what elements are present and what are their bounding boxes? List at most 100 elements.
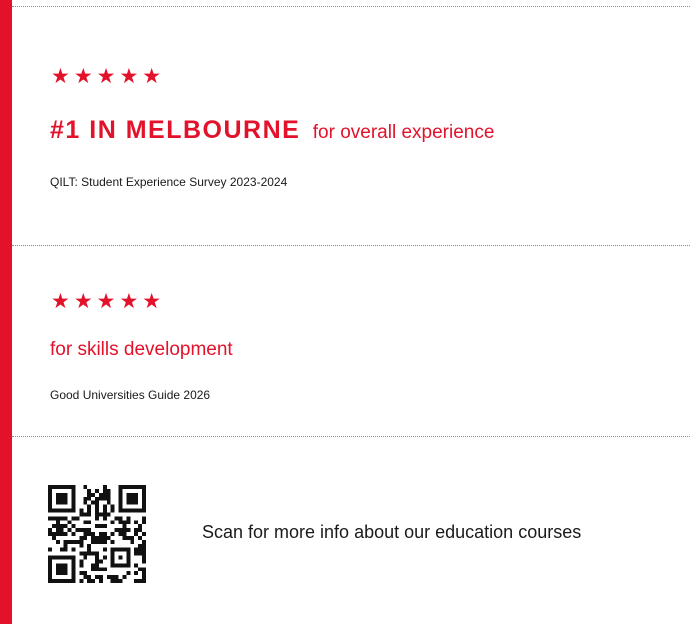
qr-module — [95, 555, 99, 560]
qr-module — [83, 496, 88, 501]
qr-module — [138, 543, 143, 548]
qr-module — [95, 500, 99, 505]
qr-module — [102, 504, 107, 509]
qr-module — [67, 520, 72, 525]
qr-module — [114, 575, 119, 580]
qr-module — [138, 567, 143, 572]
qr-module — [138, 547, 143, 552]
qr-alignment-pattern — [110, 547, 131, 568]
qr-module — [87, 528, 92, 533]
qr-module — [75, 516, 80, 521]
qr-module — [95, 496, 99, 501]
qr-module — [126, 516, 131, 521]
qr-module — [110, 520, 115, 525]
qr-module — [118, 528, 123, 533]
qr-module — [142, 559, 146, 564]
qr-module — [59, 528, 64, 533]
qr-module — [95, 504, 99, 509]
qr-module — [130, 535, 135, 540]
qr-module — [118, 579, 123, 583]
qr-module — [87, 496, 92, 501]
award-panel: ★★★★★ #1 IN MELBOURNE for overall experi… — [0, 0, 690, 624]
qr-module — [98, 512, 103, 517]
qr-module — [110, 504, 115, 509]
divider — [12, 436, 690, 437]
qr-module — [118, 520, 123, 525]
qr-module — [91, 579, 96, 583]
qr-module — [79, 528, 84, 533]
qr-module — [63, 516, 68, 521]
qr-module — [83, 535, 88, 540]
qr-module — [67, 528, 72, 533]
qr-module — [110, 539, 115, 544]
qr-module — [67, 539, 72, 544]
qr-module — [59, 532, 64, 536]
qr-module — [126, 535, 131, 540]
qr-module — [51, 524, 56, 529]
qr-module — [55, 539, 60, 544]
qr-module — [87, 508, 92, 513]
qr-module — [98, 579, 103, 583]
qr-module — [106, 535, 111, 540]
qr-module — [98, 532, 103, 536]
qr-module — [91, 539, 96, 544]
qr-module — [134, 532, 139, 536]
qr-module — [114, 579, 119, 583]
qr-module — [63, 543, 68, 548]
qr-module — [106, 512, 111, 517]
qr-module — [122, 520, 127, 525]
qr-module — [95, 488, 99, 493]
qr-module — [87, 532, 92, 536]
qr-module — [83, 532, 88, 536]
qr-module — [142, 551, 146, 556]
award-qualifier: for skills development — [50, 339, 233, 360]
qr-module — [71, 532, 76, 536]
qr-module — [98, 575, 103, 580]
qr-module — [87, 512, 92, 517]
qr-module — [138, 535, 143, 540]
qr-module — [95, 535, 99, 540]
qr-module — [98, 539, 103, 544]
qr-module — [95, 512, 99, 517]
qr-module — [102, 508, 107, 513]
qr-module — [142, 579, 146, 583]
qr-module — [98, 524, 103, 529]
qr-module — [79, 563, 84, 568]
qr-module — [138, 524, 143, 529]
qr-module — [51, 516, 56, 521]
qr-module — [102, 496, 107, 501]
qr-module — [102, 555, 107, 560]
qr-module — [95, 516, 99, 521]
qr-module — [122, 532, 127, 536]
qr-module — [95, 559, 99, 564]
qr-module — [106, 500, 111, 505]
qr-module — [48, 516, 52, 521]
qr-module — [122, 535, 127, 540]
qr-module — [91, 500, 96, 505]
qr-module — [122, 575, 127, 580]
qr-module — [48, 547, 52, 552]
qr-module — [102, 485, 107, 489]
qr-module — [134, 520, 139, 525]
qr-module — [102, 492, 107, 497]
qr-module — [95, 524, 99, 529]
qr-module — [79, 539, 84, 544]
qr-module — [79, 535, 84, 540]
qr-module — [87, 488, 92, 493]
qr-module — [134, 528, 139, 533]
qr-module — [134, 563, 139, 568]
divider — [12, 6, 690, 7]
qr-module — [142, 575, 146, 580]
qr-module — [95, 539, 99, 544]
qr-code-icon[interactable] — [48, 485, 146, 583]
qr-module — [59, 516, 64, 521]
qr-module — [95, 575, 99, 580]
qr-module — [83, 571, 88, 576]
qr-module — [59, 547, 64, 552]
qr-module — [87, 543, 92, 548]
qr-module — [87, 504, 92, 509]
qr-module — [91, 551, 96, 556]
qr-module — [87, 579, 92, 583]
qr-module — [63, 539, 68, 544]
qr-module — [138, 551, 143, 556]
